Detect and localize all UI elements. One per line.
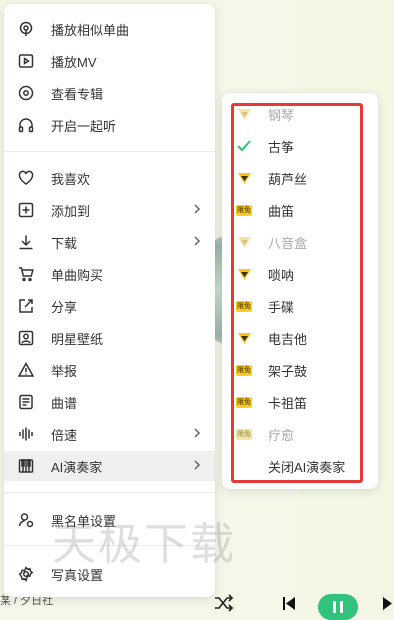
- menu-item-label: 开启一起听: [51, 118, 117, 134]
- instrument-label: 曲笛: [268, 203, 295, 219]
- menu-item-listen-together[interactable]: 开启一起听: [4, 110, 215, 140]
- share-icon: [17, 297, 35, 315]
- menu-item-download[interactable]: 下载: [4, 227, 215, 257]
- check-icon: [236, 138, 252, 154]
- vip-diamond-icon: [236, 170, 252, 186]
- menu-item-label: 我喜欢: [51, 171, 91, 187]
- instrument-item[interactable]: 限免 架子鼓: [222, 355, 378, 385]
- instrument-item[interactable]: 唢呐: [222, 259, 378, 289]
- menu-item-add-to[interactable]: 添加到: [4, 195, 215, 225]
- heart-icon: [17, 169, 35, 187]
- menu-item-label: 倍速: [51, 427, 78, 443]
- video-icon: [17, 52, 35, 70]
- menu-item-speed[interactable]: 倍速: [4, 419, 215, 449]
- free-badge: 限免: [236, 364, 252, 376]
- vip-diamond-icon: [236, 234, 252, 250]
- menu-item-like[interactable]: 我喜欢: [4, 163, 215, 193]
- headphones-icon: [17, 116, 35, 134]
- instrument-label: 八音盒: [268, 235, 308, 251]
- menu-divider: [4, 492, 215, 493]
- menu-item-label: 单曲购买: [51, 267, 104, 283]
- album-icon: [17, 84, 35, 102]
- instrument-label: 卡祖笛: [268, 395, 308, 411]
- chevron-right-icon: [191, 235, 205, 249]
- shuffle-icon[interactable]: [214, 594, 234, 617]
- vip-diamond-icon: [236, 266, 252, 282]
- download-icon: [17, 233, 35, 251]
- instrument-label: 手碟: [268, 299, 295, 315]
- radar-icon: [17, 20, 35, 38]
- watermark: 天极下载: [52, 519, 236, 570]
- instrument-item[interactable]: 限免 手碟: [222, 291, 378, 321]
- instrument-item[interactable]: 限免 疗愈: [222, 419, 378, 449]
- vip-diamond-icon: [236, 106, 252, 122]
- instrument-label: 钢琴: [268, 107, 295, 123]
- instrument-item[interactable]: 葫芦丝: [222, 163, 378, 193]
- free-badge: 限免: [236, 396, 252, 408]
- portrait-icon: [17, 329, 35, 347]
- cart-icon: [17, 265, 35, 283]
- instrument-label: 疗愈: [268, 427, 295, 443]
- menu-item-label: 明星壁纸: [51, 331, 104, 347]
- warning-icon: [17, 361, 35, 379]
- pause-button[interactable]: [318, 594, 358, 620]
- close-ai-performer-item[interactable]: 关闭AI演奏家: [222, 451, 378, 481]
- instrument-label: 葫芦丝: [268, 171, 308, 187]
- menu-divider: [4, 151, 215, 152]
- instrument-item[interactable]: 限免 卡祖笛: [222, 387, 378, 417]
- menu-item-label: 播放MV: [51, 54, 97, 70]
- chevron-right-icon: [191, 459, 205, 473]
- instrument-item[interactable]: 限免 曲笛: [222, 195, 378, 225]
- menu-item-label: 分享: [51, 299, 78, 315]
- instrument-item[interactable]: 古筝: [222, 131, 378, 161]
- score-icon: [17, 393, 35, 411]
- vip-diamond-icon: [236, 330, 252, 346]
- menu-item-label: 举报: [51, 363, 78, 379]
- menu-item-view-album[interactable]: 查看专辑: [4, 78, 215, 108]
- speed-icon: [17, 425, 35, 443]
- menu-item-label: 添加到: [51, 203, 91, 219]
- piano-icon: [17, 457, 35, 475]
- instrument-label: 架子鼓: [268, 363, 308, 379]
- add-icon: [17, 201, 35, 219]
- menu-item-label: 曲谱: [51, 395, 78, 411]
- chevron-right-icon: [191, 203, 205, 217]
- menu-item-report[interactable]: 举报: [4, 355, 215, 385]
- instrument-label: 电吉他: [268, 331, 308, 347]
- menu-item-label: 下载: [51, 235, 78, 251]
- next-icon[interactable]: [382, 594, 394, 617]
- menu-item-label: 查看专辑: [51, 86, 104, 102]
- free-badge: 限免: [236, 204, 252, 216]
- empty-mark: [236, 458, 252, 474]
- menu-item-play-similar[interactable]: 播放相似单曲: [4, 14, 215, 44]
- player-controls: [210, 594, 394, 620]
- menu-item-label: AI演奏家: [51, 459, 103, 475]
- instrument-label: 关闭AI演奏家: [268, 459, 346, 475]
- menu-item-ai-performer[interactable]: AI演奏家: [4, 451, 215, 481]
- blacklist-icon: [17, 511, 35, 529]
- menu-item-share[interactable]: 分享: [4, 291, 215, 321]
- free-badge: 限免: [236, 300, 252, 312]
- instrument-item[interactable]: 钢琴: [222, 99, 378, 129]
- ai-performer-submenu: 钢琴 古筝 葫芦丝 限免 曲笛 八音盒 唢呐 限免 手碟 电吉他 限免 架子鼓 …: [222, 93, 378, 489]
- settings-icon: [17, 565, 35, 583]
- menu-item-buy-single[interactable]: 单曲购买: [4, 259, 215, 289]
- chevron-right-icon: [191, 427, 205, 441]
- menu-item-play-mv[interactable]: 播放MV: [4, 46, 215, 76]
- menu-item-label: 播放相似单曲: [51, 22, 130, 38]
- instrument-item[interactable]: 八音盒: [222, 227, 378, 257]
- instrument-label: 古筝: [268, 139, 295, 155]
- instrument-item[interactable]: 电吉他: [222, 323, 378, 353]
- previous-icon[interactable]: [282, 594, 296, 617]
- free-badge: 限免: [236, 428, 252, 440]
- instrument-label: 唢呐: [268, 267, 295, 283]
- menu-item-music-score[interactable]: 曲谱: [4, 387, 215, 417]
- menu-item-star-wallpaper[interactable]: 明星壁纸: [4, 323, 215, 353]
